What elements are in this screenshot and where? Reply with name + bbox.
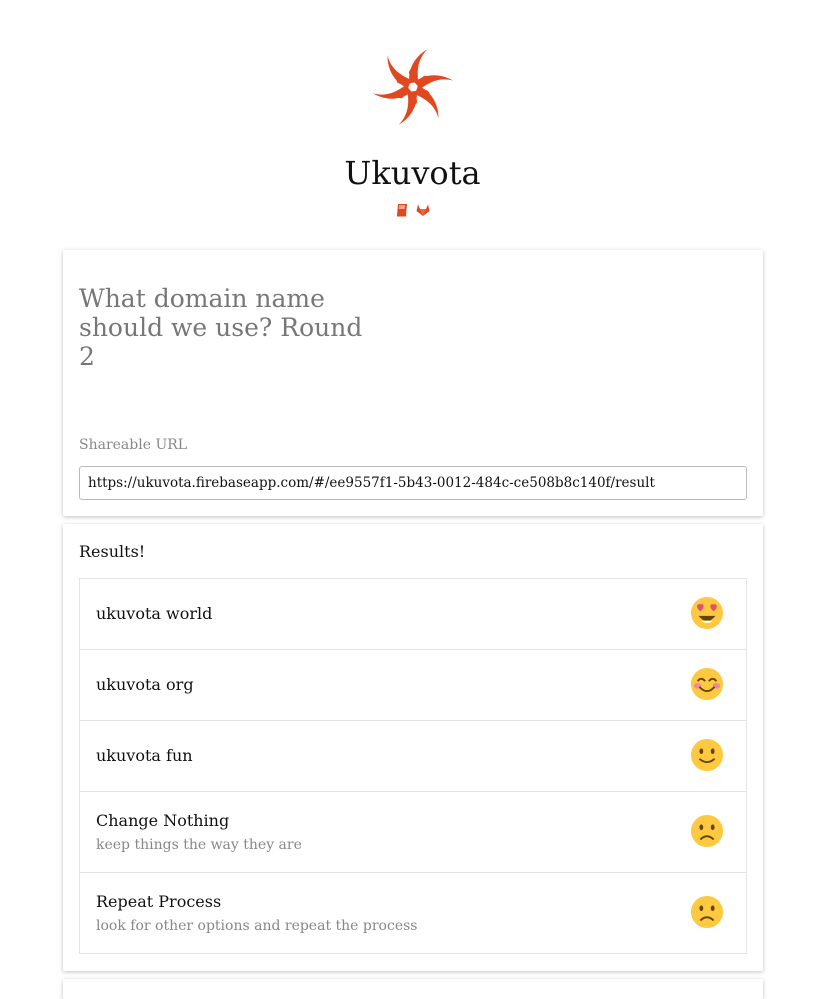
poll-question: What domain name should we use? Round 2 bbox=[79, 284, 363, 371]
results-card: Results! ukuvota world ukuvota org ukuvo… bbox=[63, 524, 763, 971]
shareable-url-input[interactable] bbox=[79, 466, 747, 500]
heart-eyes-emoji-icon bbox=[690, 596, 724, 630]
result-description: look for other options and repeat the pr… bbox=[96, 918, 418, 934]
result-name: Repeat Process bbox=[96, 892, 222, 911]
ukuvota-logo bbox=[372, 49, 453, 125]
header-links bbox=[0, 202, 825, 218]
result-name: ukuvota world bbox=[96, 604, 213, 623]
next-card bbox=[63, 979, 763, 999]
poll-card: What domain name should we use? Round 2 … bbox=[63, 250, 763, 516]
slight-frown-emoji-icon bbox=[690, 895, 724, 929]
slight-frown-emoji-icon bbox=[690, 814, 724, 848]
list-item: Repeat Process look for other options an… bbox=[80, 873, 746, 954]
result-name: ukuvota org bbox=[96, 675, 194, 694]
list-item: Change Nothing keep things the way they … bbox=[80, 792, 746, 873]
result-name: ukuvota fun bbox=[96, 746, 193, 765]
blushing-smile-emoji-icon bbox=[690, 667, 724, 701]
slight-smile-emoji-icon bbox=[690, 738, 724, 772]
app-title: Ukuvota bbox=[344, 154, 481, 192]
shareable-url-label: Shareable URL bbox=[79, 437, 188, 453]
results-heading: Results! bbox=[79, 542, 146, 561]
result-name: Change Nothing bbox=[96, 811, 230, 830]
results-list: ukuvota world ukuvota org ukuvota fun Ch… bbox=[79, 578, 747, 954]
app-header: Ukuvota bbox=[0, 0, 825, 218]
list-item: ukuvota fun bbox=[80, 721, 746, 792]
list-item: ukuvota world bbox=[80, 579, 746, 650]
result-description: keep things the way they are bbox=[96, 837, 302, 853]
book-icon[interactable] bbox=[395, 202, 411, 218]
gitlab-icon[interactable] bbox=[415, 202, 431, 218]
list-item: ukuvota org bbox=[80, 650, 746, 721]
